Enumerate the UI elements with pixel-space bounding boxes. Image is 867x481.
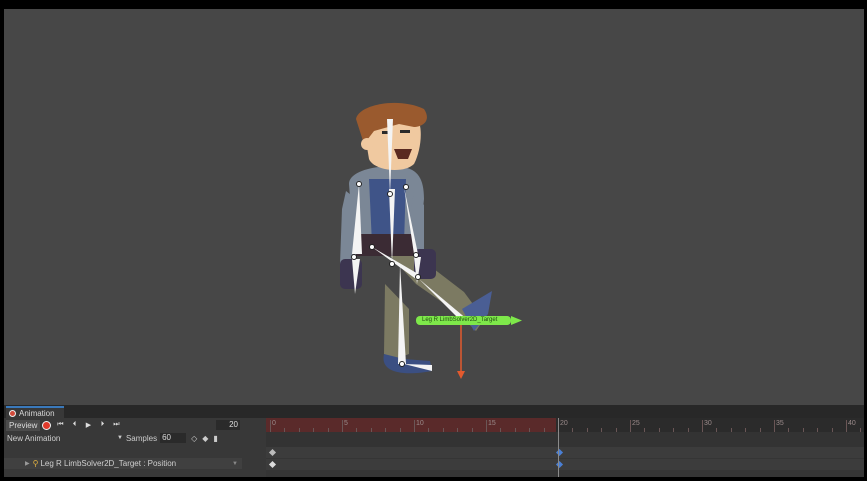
property-lane <box>266 459 864 470</box>
last-key-icon[interactable]: ⏭ <box>109 420 123 431</box>
ruler-tick <box>486 420 487 432</box>
previous-key-icon[interactable]: ⏴ <box>67 420 81 431</box>
ruler-tick <box>702 420 703 432</box>
timeline[interactable]: 0 5 10 15 20 25 30 35 40 <box>266 418 864 477</box>
ruler-tick <box>630 420 631 432</box>
ruler-label: 35 <box>776 420 784 427</box>
summary-keyframe[interactable] <box>268 448 277 457</box>
ruler-label: 10 <box>416 420 424 427</box>
editor-frame: Leg R LimbSolver2D_Target Animation Prev… <box>0 0 867 481</box>
tab-label: Animation <box>19 408 55 418</box>
position-keyframe[interactable] <box>268 460 277 469</box>
samples-field[interactable]: 60 <box>160 433 187 443</box>
animation-window: Animation Preview ⏮ ⏴ ▶ ⏵ ⏭ 20 New Anima… <box>4 405 864 477</box>
first-key-icon[interactable]: ⏮ <box>53 420 67 431</box>
ruler-label: 15 <box>488 420 496 427</box>
add-event-icon[interactable]: ▮ <box>213 434 217 443</box>
expand-arrow-icon[interactable]: ▶ <box>25 460 30 467</box>
tab-bar: Animation <box>4 405 864 418</box>
ruler-tick <box>342 420 343 432</box>
ruler-tick <box>846 420 847 432</box>
add-keyframe-plus-icon[interactable]: ◆ <box>202 434 208 443</box>
property-row[interactable]: ▶ ⚲ Leg R LimbSolver2D_Target : Position… <box>4 458 242 469</box>
add-keyframe-icon[interactable]: ◇ <box>191 434 197 443</box>
ruler-tick <box>270 420 271 432</box>
next-key-icon[interactable]: ⏵ <box>95 420 109 431</box>
ruler-tick <box>774 420 775 432</box>
ruler-label: 25 <box>632 420 640 427</box>
play-icon[interactable]: ▶ <box>81 420 95 431</box>
property-label: Leg R LimbSolver2D_Target : Position <box>40 459 177 468</box>
recording-range <box>266 418 556 432</box>
property-panel: Preview ⏮ ⏴ ▶ ⏵ ⏭ 20 New Animation ▼ Sam… <box>4 418 242 477</box>
playhead[interactable] <box>558 418 559 477</box>
ruler-tick <box>414 420 415 432</box>
time-ruler[interactable]: 0 5 10 15 20 25 30 35 40 <box>266 418 864 432</box>
summary-lane <box>266 447 864 458</box>
event-lane <box>266 432 864 447</box>
ruler-label: 30 <box>704 420 712 427</box>
bone-icon: ⚲ <box>32 459 39 468</box>
samples-dropdown-icon[interactable]: ▼ <box>117 435 123 441</box>
animation-tab-icon <box>9 409 16 417</box>
samples-group: ▼ Samples 60 <box>117 433 187 443</box>
frame-field[interactable]: 20 <box>216 420 240 430</box>
ruler-label: 5 <box>344 420 348 427</box>
scene-view[interactable]: Leg R LimbSolver2D_Target <box>4 9 864 405</box>
clip-dropdown[interactable]: New Animation <box>7 434 117 443</box>
clip-row: New Animation ▼ Samples 60 ◇ ◆ ▮ <box>4 432 242 444</box>
solver-target-label: Leg R LimbSolver2D_Target <box>422 317 498 323</box>
tab-animation[interactable]: Animation <box>6 406 64 418</box>
playback-toolbar: Preview ⏮ ⏴ ▶ ⏵ ⏭ 20 <box>4 419 242 431</box>
samples-label: Samples <box>125 433 158 443</box>
ruler-label: 0 <box>272 420 276 427</box>
ruler-label: 40 <box>848 420 856 427</box>
record-button[interactable] <box>42 420 52 430</box>
character-rig <box>340 102 522 379</box>
property-options-icon[interactable]: ▼ <box>232 461 238 467</box>
preview-button[interactable]: Preview <box>6 419 41 431</box>
ruler-label: 20 <box>560 420 568 427</box>
